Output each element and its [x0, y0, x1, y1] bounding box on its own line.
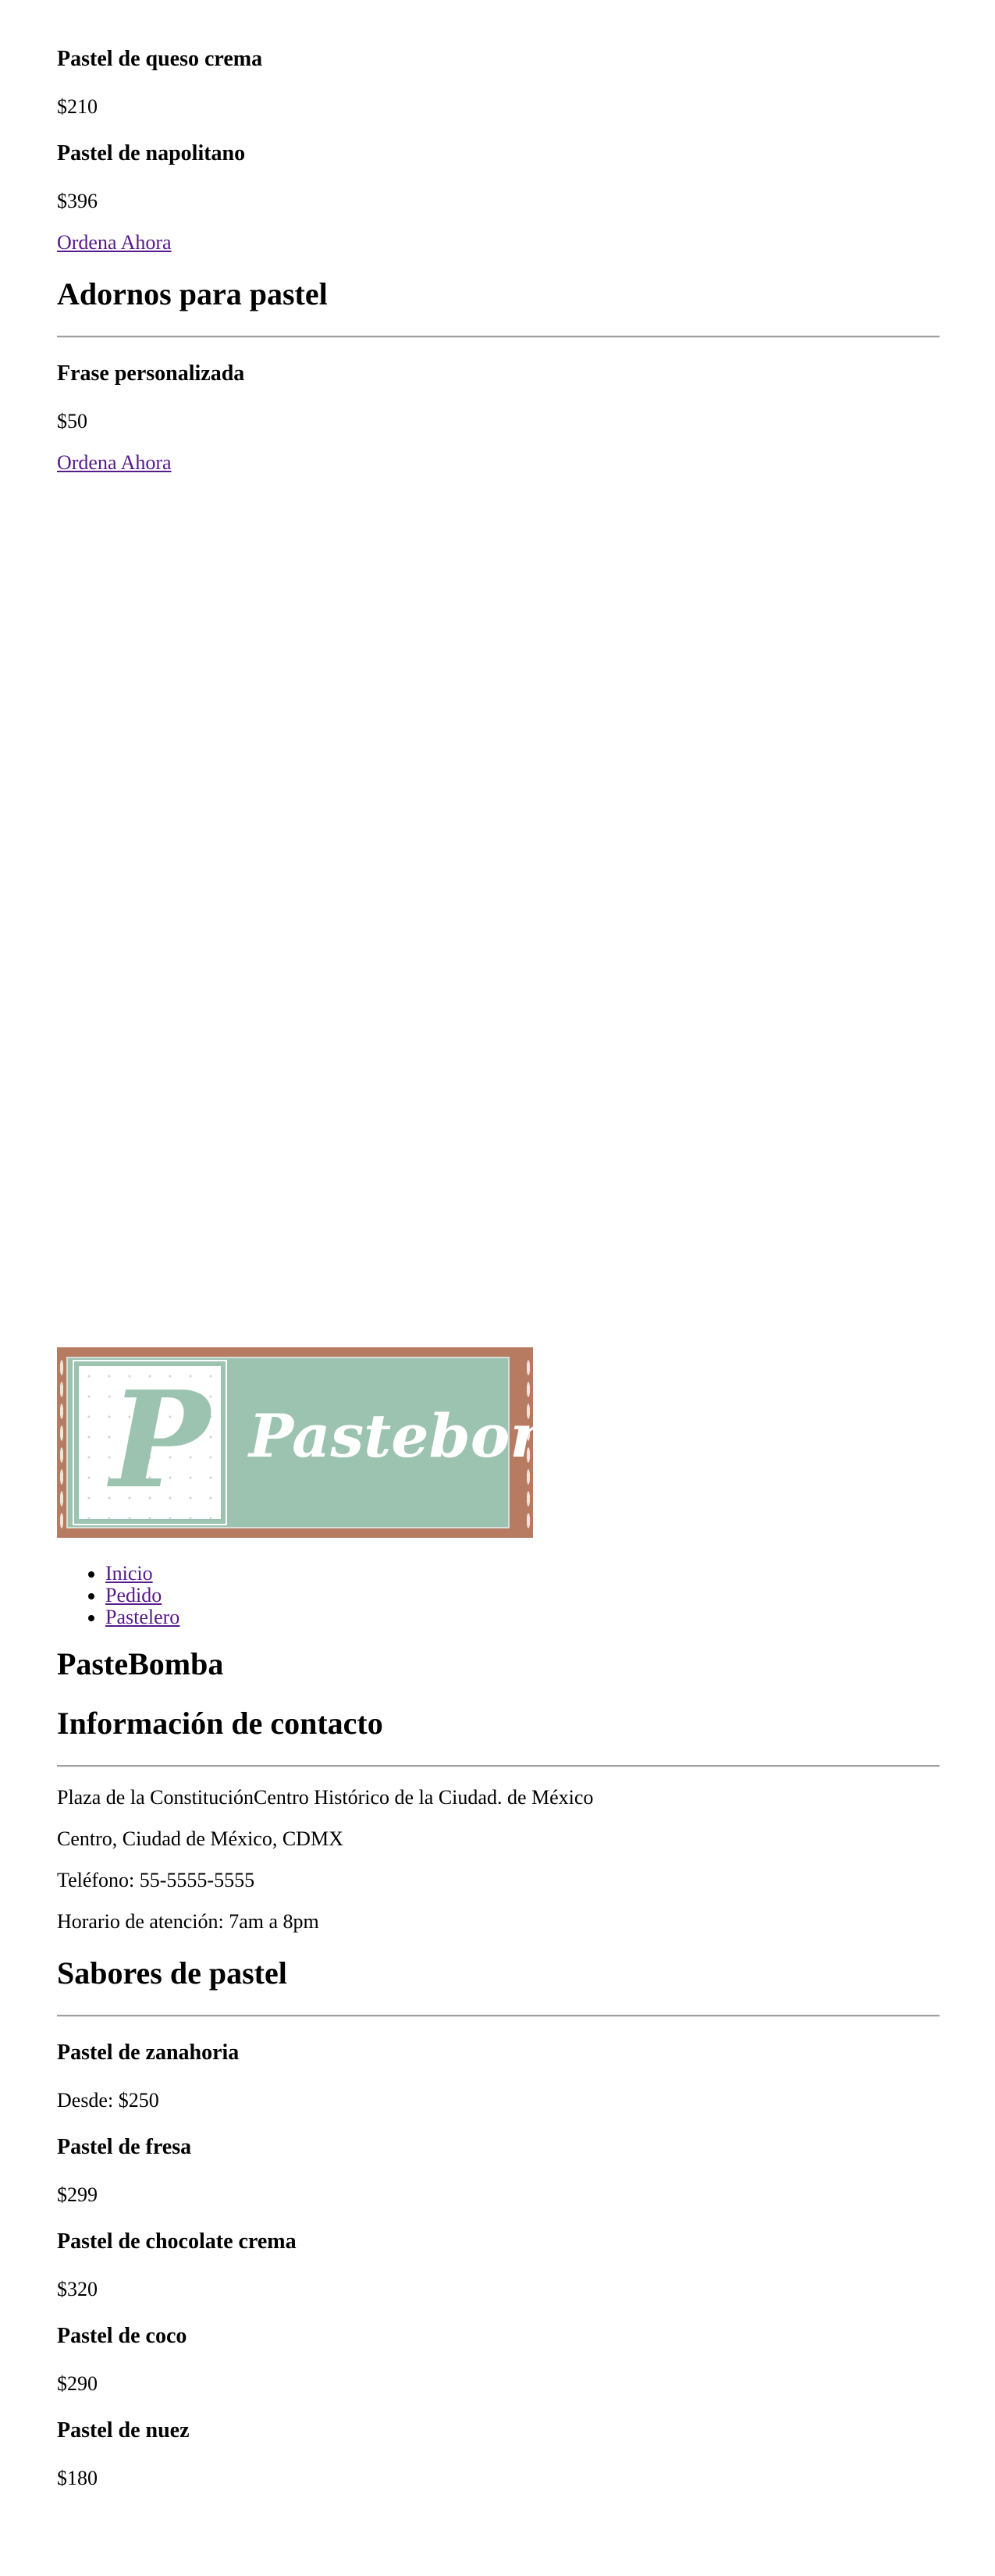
logo-monogram: P	[110, 1362, 210, 1518]
flavor-price: $180	[57, 2467, 98, 2489]
phone-text: Teléfono: 55-5555-5555	[57, 1869, 255, 1891]
divider	[57, 336, 940, 338]
contact-heading: Información de contacto	[57, 1706, 383, 1741]
flavor-price: $290	[57, 2372, 98, 2395]
flavor-name: Pastel de chocolate crema	[57, 2229, 297, 2254]
divider	[57, 1765, 940, 1767]
item-price: $50	[57, 410, 87, 432]
order-now-link[interactable]: Ordena Ahora	[57, 231, 172, 254]
pastebomba-logo: P Pastebomba	[57, 1347, 652, 1538]
address-line-2: Centro, Ciudad de México, CDMX	[57, 1827, 343, 1850]
nav-item: Inicio	[105, 1563, 179, 1585]
flavor-price: $299	[57, 2183, 98, 2206]
hours-text: Horario de atención: 7am a 8pm	[57, 1910, 319, 1933]
site-title: PasteBomba	[57, 1646, 224, 1681]
decorations-heading: Adornos para pastel	[57, 276, 328, 311]
order-now-link[interactable]: Ordena Ahora	[57, 451, 172, 475]
flavors-heading: Sabores de pastel	[57, 1955, 287, 1991]
address-line-1: Plaza de la ConstituciónCentro Histórico…	[57, 1786, 594, 1809]
flavor-name: Pastel de fresa	[57, 2135, 192, 2159]
flavor-name: Pastel de coco	[57, 2324, 187, 2348]
divider	[57, 2015, 940, 2017]
item-price: $396	[57, 190, 98, 212]
item-name: Frase personalizada	[57, 361, 245, 386]
nav-item: Pastelero	[105, 1606, 179, 1628]
item-name: Pastel de napolitano	[57, 141, 246, 165]
logo-monogram-box: P	[73, 1360, 227, 1525]
item-price: $210	[57, 95, 98, 118]
main-nav: Inicio Pedido Pastelero	[57, 1563, 179, 1628]
item-name: Pastel de queso crema	[57, 47, 263, 71]
nav-link-inicio[interactable]: Inicio	[105, 1562, 153, 1585]
flavor-price: Desde: $250	[57, 2089, 159, 2112]
flavor-price: $320	[57, 2278, 98, 2300]
flavor-name: Pastel de nuez	[57, 2418, 190, 2443]
nav-link-pedido[interactable]: Pedido	[105, 1584, 162, 1606]
nav-link-pastelero[interactable]: Pastelero	[105, 1606, 179, 1628]
nav-item: Pedido	[105, 1585, 179, 1606]
logo-wordmark: Pastebomba	[249, 1401, 653, 1471]
flavor-name: Pastel de zanahoria	[57, 2041, 240, 2065]
